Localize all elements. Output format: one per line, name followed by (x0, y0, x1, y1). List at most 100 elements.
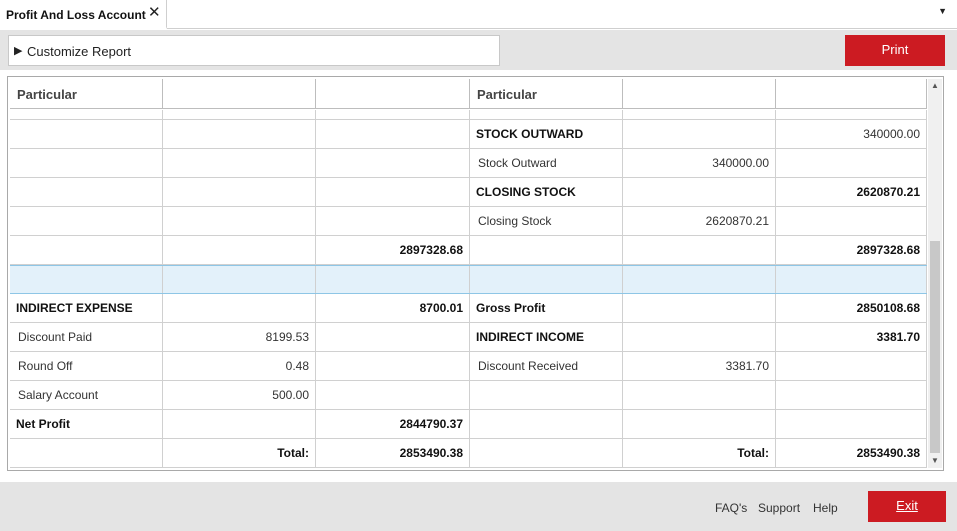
cell (163, 149, 316, 177)
cell: 0.48 (163, 352, 316, 380)
cell (163, 236, 316, 264)
cell (10, 236, 163, 264)
cell: 2897328.68 (316, 236, 470, 264)
cell (623, 236, 776, 264)
grid-header-row: Particular Particular (10, 79, 927, 109)
cell: 340000.00 (623, 149, 776, 177)
cell (163, 110, 316, 119)
header-col-2 (163, 79, 316, 109)
table-row[interactable]: Stock Outward 340000.00 (10, 149, 927, 178)
cell (163, 410, 316, 438)
cell (163, 207, 316, 235)
close-icon[interactable]: ✕ (148, 5, 161, 20)
cell: 2853490.38 (316, 439, 470, 467)
cell (10, 266, 163, 293)
footer-bar: FAQ's Support Help Exit (0, 482, 957, 531)
exit-button[interactable]: Exit (868, 491, 946, 522)
scroll-up-arrow-icon[interactable]: ▲ (928, 79, 942, 93)
cell: Round Off (10, 352, 163, 380)
vertical-scrollbar[interactable]: ▲ ▼ (928, 79, 942, 468)
cell: 2853490.38 (776, 439, 927, 467)
table-row[interactable]: CLOSING STOCK 2620870.21 (10, 178, 927, 207)
scroll-down-arrow-icon[interactable]: ▼ (928, 454, 942, 468)
tab-profit-and-loss[interactable]: Profit And Loss Account ✕ (0, 0, 167, 29)
cell: 340000.00 (776, 120, 927, 148)
profit-loss-report-grid: Particular Particular STOCK OUTWARD 3400… (7, 76, 944, 471)
cell (10, 120, 163, 148)
cell (776, 149, 927, 177)
cell: 3381.70 (623, 352, 776, 380)
tab-bar: Profit And Loss Account ✕ ▼ (0, 0, 957, 29)
cell: 500.00 (163, 381, 316, 409)
cell: 3381.70 (776, 323, 927, 351)
customize-report-label: Customize Report (27, 44, 132, 59)
cell (470, 110, 623, 119)
cell (10, 439, 163, 467)
cell (10, 149, 163, 177)
table-row[interactable]: Closing Stock 2620870.21 (10, 207, 927, 236)
cell: 2844790.37 (316, 410, 470, 438)
cell (470, 266, 623, 293)
cell: 2850108.68 (776, 294, 927, 322)
cell (10, 178, 163, 206)
table-row-total[interactable]: Total: 2853490.38 Total: 2853490.38 (10, 439, 927, 468)
cell (776, 266, 927, 293)
cell (316, 110, 470, 119)
cell (623, 110, 776, 119)
cell (623, 410, 776, 438)
cell: INDIRECT INCOME (470, 323, 623, 351)
header-col-5 (623, 79, 776, 109)
scrollbar-thumb[interactable] (930, 241, 940, 453)
table-row[interactable]: Discount Paid 8199.53 INDIRECT INCOME 33… (10, 323, 927, 352)
header-particular-left: Particular (10, 79, 163, 109)
header-col-6 (776, 79, 927, 109)
cell (776, 110, 927, 119)
cell (316, 207, 470, 235)
cell: CLOSING STOCK (470, 178, 623, 206)
cell (316, 178, 470, 206)
table-row[interactable]: 2897328.68 2897328.68 (10, 236, 927, 265)
cell (470, 236, 623, 264)
table-row[interactable] (10, 110, 927, 120)
help-link[interactable]: Help (813, 501, 838, 515)
table-row[interactable]: Salary Account 500.00 (10, 381, 927, 410)
cell: 2620870.21 (776, 178, 927, 206)
cell: Net Profit (10, 410, 163, 438)
cell (163, 266, 316, 293)
cell (10, 207, 163, 235)
cell: STOCK OUTWARD (470, 120, 623, 148)
cell: Stock Outward (470, 149, 623, 177)
support-link[interactable]: Support (758, 501, 800, 515)
table-row-selected[interactable] (10, 265, 927, 294)
cell: 8199.53 (163, 323, 316, 351)
table-row[interactable]: Round Off 0.48 Discount Received 3381.70 (10, 352, 927, 381)
grid-body: STOCK OUTWARD 340000.00 Stock Outward 34… (10, 110, 927, 468)
cell (623, 381, 776, 409)
tab-menu-dropdown-icon[interactable]: ▼ (938, 6, 947, 16)
cell (470, 381, 623, 409)
cell (623, 178, 776, 206)
cell (470, 439, 623, 467)
cell: Gross Profit (470, 294, 623, 322)
print-button[interactable]: Print (845, 35, 945, 66)
cell (316, 381, 470, 409)
cell (163, 120, 316, 148)
table-row[interactable]: Net Profit 2844790.37 (10, 410, 927, 439)
faq-link[interactable]: FAQ's (715, 501, 747, 515)
cell (623, 266, 776, 293)
header-particular-right: Particular (470, 79, 623, 109)
expand-triangle-icon: ▶ (14, 45, 23, 57)
cell: 8700.01 (316, 294, 470, 322)
cell: Closing Stock (470, 207, 623, 235)
report-toolbar: ▶ Customize Report Print (0, 30, 957, 70)
cell (163, 294, 316, 322)
cell: 2620870.21 (623, 207, 776, 235)
table-row[interactable]: STOCK OUTWARD 340000.00 (10, 120, 927, 149)
cell (316, 120, 470, 148)
cell (316, 323, 470, 351)
cell (776, 352, 927, 380)
table-row[interactable]: INDIRECT EXPENSE 8700.01 Gross Profit 28… (10, 294, 927, 323)
tab-title: Profit And Loss Account (6, 8, 146, 22)
customize-report-expander[interactable]: ▶ Customize Report (8, 35, 500, 66)
cell: Salary Account (10, 381, 163, 409)
